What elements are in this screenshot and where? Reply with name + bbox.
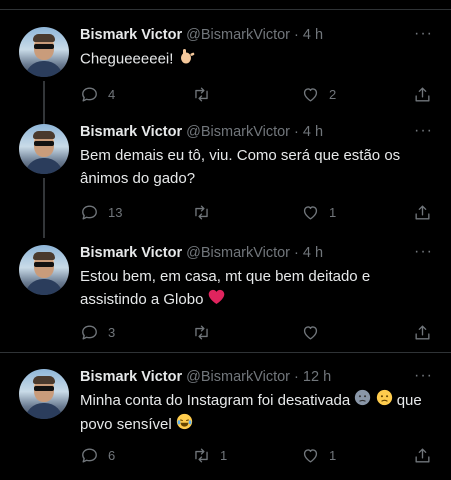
avatar[interactable] [19,27,69,77]
thread-line [43,81,45,119]
like-count: 2 [329,86,337,102]
tweet-text-body: Minha conta do Instagram foi desativada [80,392,351,409]
tweet-actions: 13 1 [80,202,440,222]
tweet-text: Chegueeeeei! [80,47,430,72]
retweet-button[interactable] [192,84,220,104]
tweet-divider [0,352,451,353]
share-icon [415,447,430,463]
retweet-button[interactable] [192,202,220,222]
like-count: 1 [329,204,337,220]
reply-button[interactable]: 3 [80,322,115,342]
tweet-header: Bismark Victor @BismarkVictor · 12 h [80,369,331,385]
timestamp[interactable]: 4 h [303,124,323,140]
tweet-actions: 3 [80,322,440,342]
like-button[interactable] [301,322,329,342]
like-count: 1 [329,447,337,463]
retweet-icon [195,204,208,220]
tweet-actions: 4 2 [80,84,440,104]
like-button[interactable]: 1 [301,445,336,465]
dot-separator: · [294,369,299,385]
tweet-text-body: Chegueeeeei! [80,50,174,68]
reply-count: 3 [108,324,116,340]
share-button[interactable] [413,445,432,465]
heart-icon [303,448,318,463]
more-options-button[interactable]: ··· [414,367,433,385]
red-heart-icon [208,289,225,312]
timestamp[interactable]: 12 h [303,369,331,385]
thread-line [43,178,45,238]
display-name[interactable]: Bismark Victor [80,245,182,261]
handle[interactable]: @BismarkVictor [186,27,290,43]
more-options-button[interactable]: ··· [414,122,433,140]
dot-separator: · [294,27,299,43]
share-icon [415,324,430,340]
retweet-button[interactable] [192,322,220,342]
tweet-header: Bismark Victor @BismarkVictor · 4 h [80,27,323,43]
share-icon [415,204,430,220]
retweet-button[interactable]: 1 [192,445,227,465]
handle[interactable]: @BismarkVictor [186,124,290,140]
more-options-button[interactable]: ··· [414,243,433,261]
display-name[interactable]: Bismark Victor [80,27,182,43]
reply-icon [82,447,97,463]
timestamp[interactable]: 4 h [303,27,323,43]
tweet-text: Estou bem, em casa, mt que bem deitado e… [80,265,430,312]
reply-count: 6 [108,447,116,463]
display-name[interactable]: Bismark Victor [80,369,182,385]
reply-icon [82,324,97,340]
frowning-face-icon [376,389,393,413]
dot-separator: · [294,124,299,140]
timestamp[interactable]: 4 h [303,245,323,261]
tweet-header: Bismark Victor @BismarkVictor · 4 h [80,245,323,261]
reply-icon [82,86,97,102]
neutral-face-icon [354,389,371,413]
laughing-tears-icon [176,413,193,437]
reply-button[interactable]: 4 [80,84,115,104]
avatar[interactable] [19,245,69,295]
dot-separator: · [294,245,299,261]
tweet-actions: 6 1 1 [80,445,440,465]
tweet-header: Bismark Victor @BismarkVictor · 4 h [80,124,323,140]
reply-count: 4 [108,86,116,102]
share-button[interactable] [413,202,432,222]
reply-button[interactable]: 6 [80,445,115,465]
display-name[interactable]: Bismark Victor [80,124,182,140]
wave-hand-icon [178,47,196,72]
like-button[interactable]: 2 [301,84,336,104]
tweet-text: Minha conta do Instagram foi desativada … [80,389,430,437]
more-options-button[interactable]: ··· [414,25,433,43]
retweet-icon [195,324,208,340]
handle[interactable]: @BismarkVictor [186,245,290,261]
retweet-icon [195,447,208,463]
like-button[interactable]: 1 [301,202,336,222]
heart-icon [303,205,318,220]
retweet-icon [195,86,208,102]
tweet-text-body: Bem demais eu tô, viu. Como será que est… [80,147,401,187]
retweet-count: 1 [220,447,228,463]
share-button[interactable] [413,322,432,342]
avatar[interactable] [19,369,69,419]
tweet-text-body: Estou bem, em casa, mt que bem deitado e… [80,268,371,308]
heart-icon [303,87,318,102]
reply-icon [82,204,97,220]
share-icon [415,86,430,102]
share-button[interactable] [413,84,432,104]
handle[interactable]: @BismarkVictor [186,369,290,385]
tweet-text: Bem demais eu tô, viu. Como será que est… [80,144,430,190]
avatar[interactable] [19,124,69,174]
reply-count: 13 [108,204,123,220]
top-divider [0,9,451,10]
heart-icon [303,325,318,340]
reply-button[interactable]: 13 [80,202,122,222]
